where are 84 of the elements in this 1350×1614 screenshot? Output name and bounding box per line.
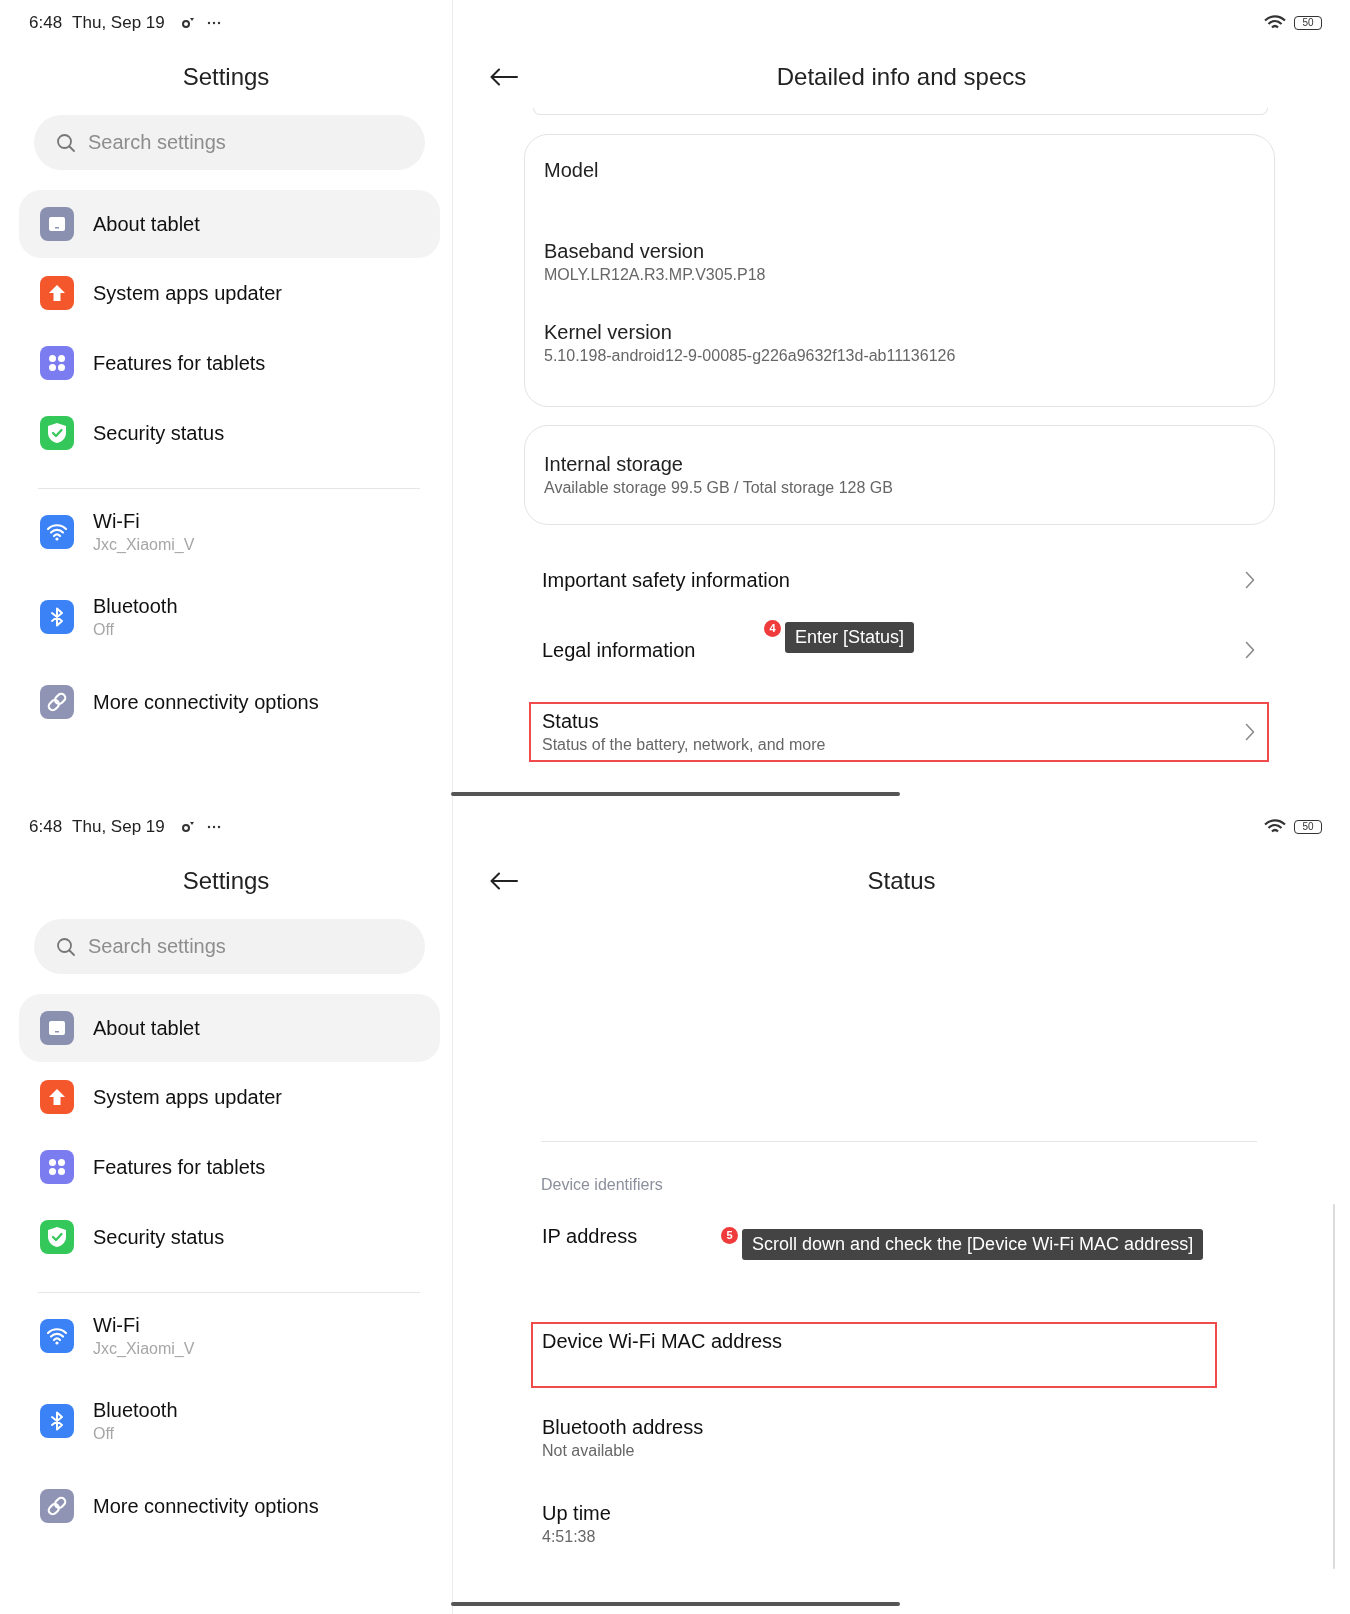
more-dots-icon: [206, 21, 221, 25]
item-label: Wi-Fi: [93, 1312, 141, 1338]
wifi-signal-icon: [1264, 819, 1286, 835]
spec-value: MOLY.LR12A.R3.MP.V305.P18: [544, 265, 767, 285]
row-title: Legal information: [542, 637, 696, 663]
screen-title: Status: [867, 866, 936, 896]
tablet-icon: [40, 1011, 74, 1045]
item-label: Bluetooth: [93, 1397, 178, 1423]
row-title: Up time: [542, 1501, 611, 1526]
search-icon: [56, 937, 76, 957]
gear-icon: [180, 17, 195, 29]
back-icon[interactable]: [490, 68, 518, 86]
status-time: 6:48: [29, 816, 63, 839]
instruction-tooltip: Scroll down and check the [Device Wi-Fi MAC address]: [742, 1229, 1204, 1260]
settings-item[interactable]: More connectivity options: [19, 659, 440, 744]
four-dots-icon: [40, 1150, 74, 1184]
wifi-icon: [40, 514, 74, 549]
screen-title: Detailed info and specs: [776, 62, 1027, 92]
link-icon: [40, 1488, 74, 1523]
spec-title: Baseband version: [544, 239, 706, 264]
spec-value: 5.10.198-android12-9-00085-g226a9632f13d-ab11136126: [544, 346, 957, 366]
menu-row[interactable]: Legal information 4 Enter [Status]: [529, 615, 1269, 685]
row-title: Device Wi-Fi MAC address: [542, 1329, 783, 1354]
four-dots-icon: [40, 346, 74, 380]
settings-item[interactable]: Security status: [19, 398, 440, 468]
search-icon: [56, 133, 76, 153]
gear-icon: [180, 821, 195, 833]
spec-title: Kernel version: [544, 320, 673, 345]
shield-icon: [40, 1220, 74, 1254]
link-icon: [40, 684, 74, 719]
item-label: Wi-Fi: [93, 508, 141, 534]
settings-item[interactable]: Features for tablets: [19, 1132, 440, 1202]
item-sublabel: Jxc_Xiaomi_V: [93, 534, 195, 555]
row-subtitle: Status of the battery, network, and more: [542, 734, 826, 755]
chevron-icon: [1245, 641, 1255, 659]
settings-item[interactable]: Bluetooth Off: [19, 1378, 440, 1463]
instruction-tooltip: Enter [Status]: [785, 622, 915, 653]
settings-item[interactable]: Wi-Fi Jxc_Xiaomi_V: [19, 1293, 440, 1378]
settings-item[interactable]: Features for tablets: [19, 328, 440, 398]
settings-item[interactable]: About tablet: [19, 190, 440, 258]
row-subtitle: 4:51:38: [542, 1527, 596, 1547]
status-date: Thu, Sep 19: [72, 12, 165, 35]
spec-title: Internal storage: [544, 452, 684, 477]
row-title: Status: [542, 708, 599, 734]
tablet-icon: [40, 207, 74, 241]
settings-item[interactable]: Bluetooth Off: [19, 574, 440, 659]
page-title: Settings: [182, 62, 270, 92]
item-label: Bluetooth: [93, 593, 178, 619]
section-header: Device identifiers: [541, 1175, 663, 1195]
wifi-signal-icon: [1264, 15, 1286, 31]
settings-item[interactable]: Security status: [19, 1202, 440, 1272]
menu-row[interactable]: Status Status of the battery, network, and more: [529, 702, 1269, 762]
row-subtitle: Not available: [542, 1441, 635, 1461]
row-title: IP address: [542, 1224, 638, 1249]
row-title: Bluetooth address: [542, 1415, 704, 1440]
search-field[interactable]: Search settings: [34, 115, 425, 170]
item-sublabel: Off: [93, 619, 116, 640]
battery-icon: 50: [1294, 16, 1322, 30]
wifi-icon: [40, 1318, 74, 1353]
step-number-badge: 4: [764, 620, 781, 637]
more-dots-icon: [206, 825, 221, 829]
settings-item[interactable]: Wi-Fi Jxc_Xiaomi_V: [19, 489, 440, 574]
status-time: 6:48: [29, 12, 63, 35]
row-title: Important safety information: [542, 567, 790, 593]
item-sublabel: Off: [93, 1423, 116, 1444]
item-sublabel: Jxc_Xiaomi_V: [93, 1338, 195, 1359]
spec-title: Model: [544, 158, 600, 183]
battery-icon: 50: [1294, 820, 1322, 834]
spec-value: Available storage 99.5 GB / Total storage 128 GB: [544, 478, 894, 498]
bluetooth-icon: [40, 599, 74, 634]
search-field[interactable]: Search settings: [34, 919, 425, 974]
back-icon[interactable]: [490, 872, 518, 890]
shield-icon: [40, 416, 74, 450]
settings-item[interactable]: About tablet: [19, 994, 440, 1062]
settings-item[interactable]: System apps updater: [19, 1062, 440, 1132]
chevron-icon: [1245, 723, 1255, 741]
page-title: Settings: [182, 866, 270, 896]
menu-row[interactable]: Important safety information: [529, 545, 1269, 615]
settings-item[interactable]: More connectivity options: [19, 1463, 440, 1548]
chevron-icon: [1245, 571, 1255, 589]
status-date: Thu, Sep 19: [72, 816, 165, 839]
settings-item[interactable]: System apps updater: [19, 258, 440, 328]
bluetooth-icon: [40, 1403, 74, 1438]
step-number-badge: 5: [721, 1227, 738, 1244]
